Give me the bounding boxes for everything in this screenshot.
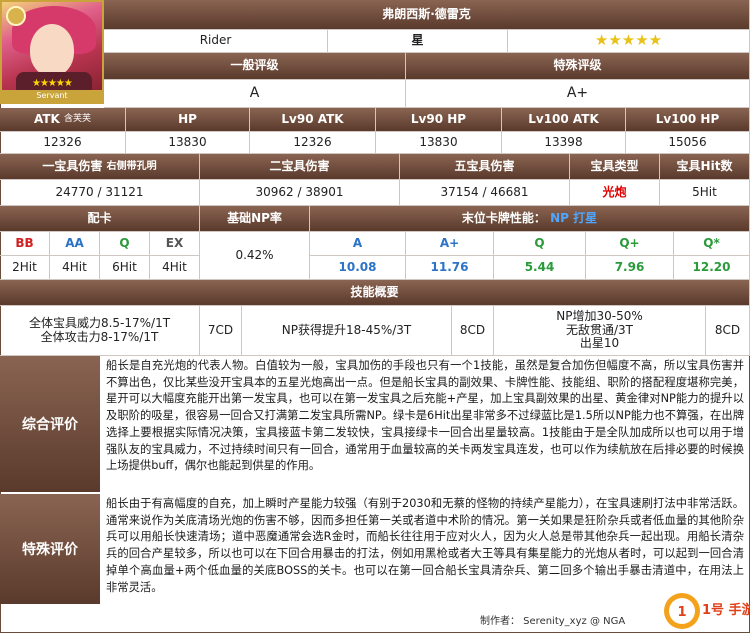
np-header-type: 宝具类型 (570, 154, 660, 180)
gain-value-q-star: 12.20 (674, 256, 750, 280)
np-value-second: 30962 / 38901 (200, 180, 400, 206)
deck-hit-3: 6Hit (100, 256, 150, 280)
special-rating-label: 特殊评级 (406, 53, 750, 80)
skill-3-line-3: 出星10 (579, 336, 620, 351)
np-header-first: 一宝具伤害 右侧带孔明 (0, 154, 200, 180)
gain-letter-q-plus: Q+ (586, 232, 674, 256)
skill-1-cd: 7CD (200, 306, 242, 356)
gain-letter-a: A (310, 232, 406, 256)
np-header-fifth: 五宝具伤害 (400, 154, 570, 180)
overall-review-label: 综合评价 (0, 356, 100, 492)
stat-header-lv90-atk: Lv90 ATK (250, 108, 376, 132)
atk-note: 含芙芙 (64, 114, 92, 125)
class-emblem-icon (6, 6, 26, 26)
servant-attribute: 星 (328, 30, 508, 53)
stat-header-lv100-hp: Lv100 HP (626, 108, 750, 132)
gain-letter-a-plus: A+ (406, 232, 494, 256)
np-gain-highlight: NP 打星 (550, 210, 598, 225)
stat-value-hp: 13830 (126, 132, 250, 154)
skill-1-line-1: 全体宝具威力8.5-17%/1T (28, 315, 171, 330)
gain-letter-q-star: Q* (674, 232, 750, 256)
skills-label: 技能概要 (0, 280, 750, 306)
stat-value-atk: 12326 (0, 132, 126, 154)
stat-value-lv100-hp: 15056 (626, 132, 750, 154)
servant-name: 弗朗西斯·德雷克 (104, 0, 750, 30)
np-header-second: 二宝具伤害 (200, 154, 400, 180)
gain-value-a: 10.08 (310, 256, 406, 280)
skill-3-line-1: NP增加30-50% (556, 308, 643, 323)
gain-value-a-plus: 11.76 (406, 256, 494, 280)
portrait-tag: Servant (2, 90, 102, 102)
np-rate-label: 基础NP率 (200, 206, 310, 232)
servant-class: Rider (104, 30, 328, 53)
np-gain-label: 末位卡牌性能： NP 打星 (310, 206, 750, 232)
svg-text:1: 1 (677, 605, 686, 620)
np-value-fifth: 37154 / 46681 (400, 180, 570, 206)
gain-letter-q: Q (494, 232, 586, 256)
stat-header-lv90-hp: Lv90 HP (376, 108, 502, 132)
general-rating-value: A (104, 80, 406, 108)
skill-3-cd: 8CD (706, 306, 750, 356)
stat-value-lv90-atk: 12326 (250, 132, 376, 154)
skill-3: NP增加30-50% 无敌贯通/3T 出星10 (494, 306, 706, 356)
special-review-text: 船长由于有高幅度的自充，加上瞬时产星能力较强（有别于2030和无蔡的怪物的持续产… (106, 497, 744, 594)
deck-hit-1: 2Hit (0, 256, 50, 280)
logo-text: 1号 手游 (702, 603, 750, 618)
author-credit: 制作者： Serenity_xyz @ NGA (480, 616, 626, 627)
deck-hit-2: 4Hit (50, 256, 100, 280)
servant-portrait: ★★★★★ Servant (0, 0, 104, 104)
site-logo: 1 1号 手游 (660, 585, 750, 633)
np-value-hits: 5Hit (660, 180, 750, 206)
skill-1: 全体宝具威力8.5-17%/1T 全体攻击力8-17%/1T (0, 306, 200, 356)
np-header-hits: 宝具Hit数 (660, 154, 750, 180)
servant-rarity: ★★★★★ (508, 30, 750, 53)
stat-value-lv100-atk: 13398 (502, 132, 626, 154)
skill-2: NP获得提升18-45%/3T (242, 306, 452, 356)
deck-label: 配卡 (0, 206, 200, 232)
deck-letter-1: BB (0, 232, 50, 256)
skill-1-line-2: 全体攻击力8-17%/1T (40, 329, 159, 344)
np-value-first: 24770 / 31121 (0, 180, 200, 206)
general-rating-label: 一般评级 (104, 53, 406, 80)
portrait-stars: ★★★★★ (32, 78, 73, 89)
stat-header-lv100-atk: Lv100 ATK (502, 108, 626, 132)
special-rating-value: A+ (406, 80, 750, 108)
skill-2-cd: 8CD (452, 306, 494, 356)
overall-review-text: 船长是自充光炮的代表人物。白值较为一般，宝具加伤的手段也只有一个1技能，虽然是复… (106, 359, 744, 473)
np-rate-value: 0.42% (200, 232, 310, 280)
deck-letter-3: Q (100, 232, 150, 256)
special-review-label: 特殊评价 (0, 494, 100, 604)
stat-header-atk: ATK 含芙芙 (0, 108, 126, 132)
deck-letter-4: EX (150, 232, 200, 256)
stat-value-lv90-hp: 13830 (376, 132, 502, 154)
np-value-type: 光炮 (570, 180, 660, 206)
stat-header-hp: HP (126, 108, 250, 132)
gain-value-q-plus: 7.96 (586, 256, 674, 280)
deck-letter-2: AA (50, 232, 100, 256)
deck-hit-4: 4Hit (150, 256, 200, 280)
gain-value-q: 5.44 (494, 256, 586, 280)
skill-3-line-2: 无敌贯通/3T (565, 322, 633, 337)
np-first-note: 右侧带孔明 (106, 160, 157, 172)
